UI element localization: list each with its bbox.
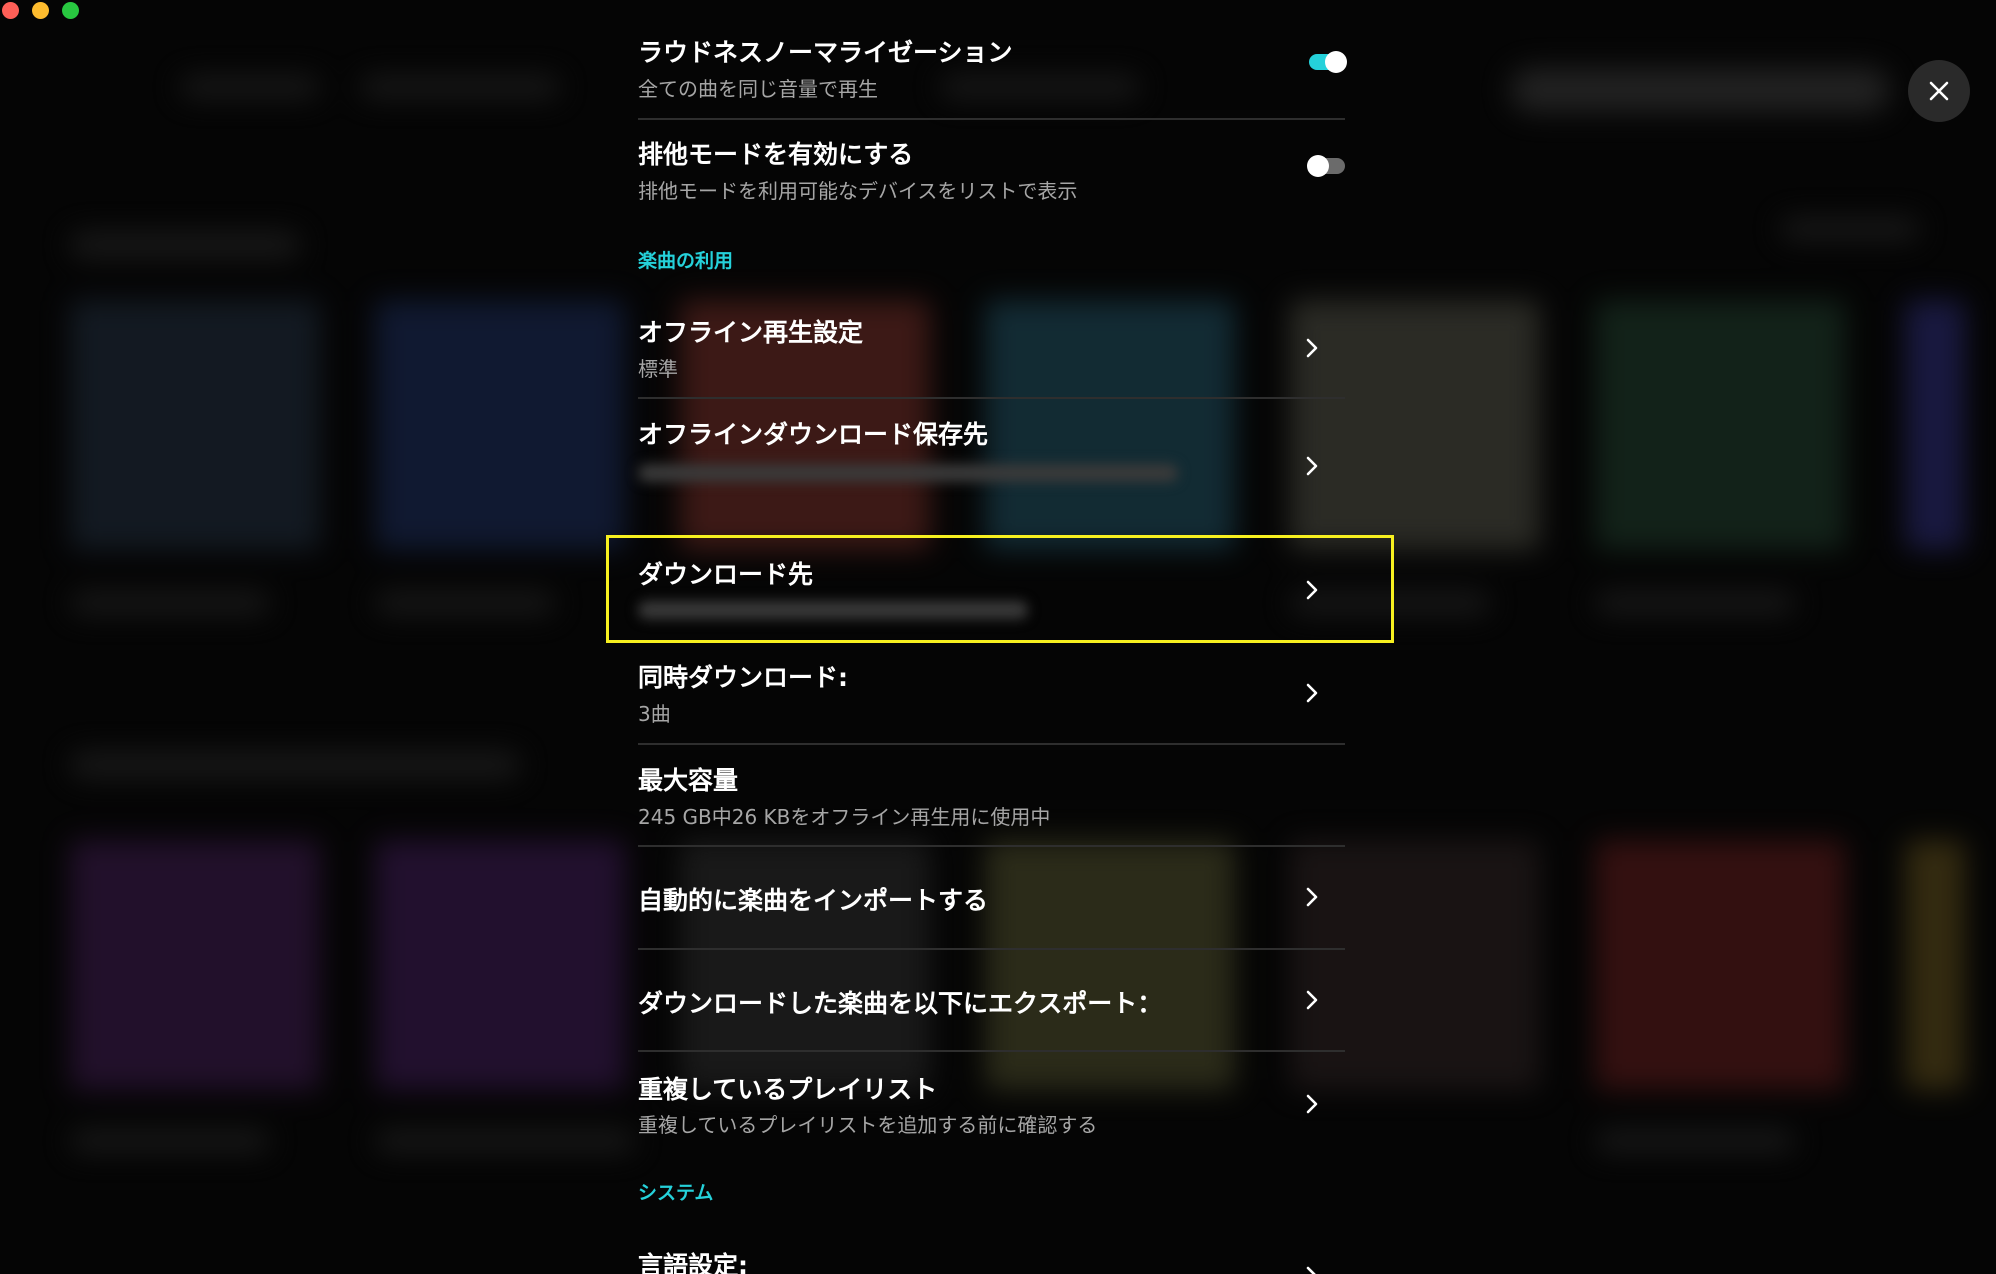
chevron-right-icon [1306,990,1318,1010]
row-title: ラウドネスノーマライゼーション [638,38,1013,67]
toggle-knob [1307,155,1329,177]
toggle-knob [1325,51,1347,73]
download-location-row[interactable]: ダウンロード先 [638,552,1345,640]
exclusive-mode-toggle[interactable] [1307,155,1345,177]
bg-album-tile [1595,300,1845,550]
bg-album-tile [375,300,625,550]
window-zoom-button[interactable] [62,2,79,19]
bg-see-all [1780,218,1920,240]
bg-album-tile [1905,840,1965,1090]
row-title: オフラインダウンロード保存先 [638,420,989,449]
row-subtitle: 全ての曲を同じ音量で再生 [638,77,878,101]
loudness-normalization-row: ラウドネスノーマライゼーション 全ての曲を同じ音量で再生 [638,30,1347,120]
row-title: 重複しているプレイリスト [638,1075,938,1104]
bg-caption [375,592,555,614]
row-title: 同時ダウンロード: [638,663,848,692]
row-subtitle: 重複しているプレイリストを追加する前に確認する [638,1113,1098,1137]
offline-playback-row[interactable]: オフライン再生設定 標準 [638,310,1345,398]
row-title: ダウンロード先 [638,560,814,589]
row-subtitle: 245 GB中26 KBをオフライン再生用に使用中 [638,805,1051,829]
section-heading-music: 楽曲の利用 [638,250,734,272]
max-capacity-row: 最大容量 245 GB中26 KBをオフライン再生用に使用中 [638,758,1345,846]
bg-caption [70,1130,270,1152]
divider [638,948,1345,950]
redacted-path [638,601,1028,619]
row-title: 排他モードを有効にする [638,140,914,169]
bg-caption [375,1130,635,1152]
bg-heading [70,232,300,258]
divider [638,743,1345,745]
bg-search [1510,68,1890,112]
bg-album-tile [1595,840,1845,1090]
row-subtitle: 排他モードを利用可能なデバイスをリストで表示 [638,179,1078,203]
duplicate-playlist-row[interactable]: 重複しているプレイリスト 重複しているプレイリストを追加する前に確認する [638,1067,1345,1155]
divider [638,397,1345,399]
concurrent-downloads-row[interactable]: 同時ダウンロード: 3曲 [638,655,1345,743]
row-title: 言語設定: [638,1251,748,1274]
row-title: ダウンロードした楽曲を以下にエクスポート： [638,989,1163,1018]
row-title: オフライン再生設定 [638,318,864,347]
close-button[interactable] [1908,60,1970,122]
close-icon [1929,81,1949,101]
bg-album-tile [70,300,320,550]
row-title: 最大容量 [638,766,739,795]
chevron-right-icon [1306,1266,1316,1274]
bg-caption [1595,1130,1795,1152]
bg-nav-item [360,76,560,98]
auto-import-row[interactable]: 自動的に楽曲をインポートする [638,862,1345,950]
window-controls [2,2,79,19]
divider [638,118,1345,120]
section-heading-system: システム [638,1182,714,1204]
exclusive-mode-row: 排他モードを有効にする 排他モードを利用可能なデバイスをリストで表示 [638,132,1345,222]
bg-caption [1595,592,1795,614]
chevron-right-icon [1306,1094,1318,1114]
divider [638,1050,1345,1052]
bg-caption [70,592,270,614]
bg-nav-item [180,76,320,98]
bg-album-tile [70,840,320,1090]
chevron-right-icon [1306,580,1318,600]
bg-album-tile [375,840,625,1090]
row-subtitle: 3曲 [638,702,671,726]
chevron-right-icon [1306,338,1318,358]
language-row[interactable]: 言語設定: [638,1243,1345,1274]
chevron-right-icon [1306,456,1318,476]
window-minimize-button[interactable] [32,2,49,19]
export-row[interactable]: ダウンロードした楽曲を以下にエクスポート： [638,964,1345,1052]
loudness-toggle[interactable] [1309,51,1347,73]
bg-album-tile [1905,300,1965,550]
divider [638,845,1345,847]
window-close-button[interactable] [2,2,19,19]
bg-heading [70,752,520,778]
row-subtitle: 標準 [638,357,678,381]
chevron-right-icon [1306,683,1318,703]
chevron-right-icon [1306,887,1318,907]
row-title: 自動的に楽曲をインポートする [638,886,989,915]
redacted-path [638,464,1178,482]
offline-download-location-row[interactable]: オフラインダウンロード保存先 [638,412,1345,532]
